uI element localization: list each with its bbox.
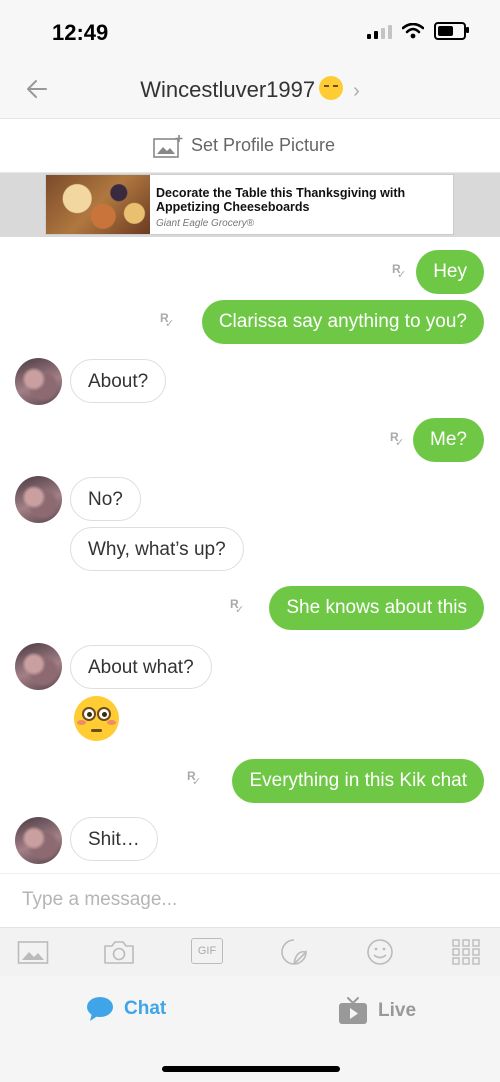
message-input-placeholder[interactable]: Type a message... bbox=[22, 889, 177, 911]
outgoing-message[interactable]: Hey bbox=[416, 250, 484, 294]
add-picture-icon bbox=[153, 135, 183, 158]
nav-live-label[interactable]: Live bbox=[378, 1000, 416, 1022]
ad-banner-area: Decorate the Table this Thanksgiving wit… bbox=[0, 173, 500, 237]
incoming-message[interactable]: No? bbox=[70, 477, 141, 521]
media-toolbar: GIF bbox=[0, 927, 500, 977]
outgoing-message[interactable]: Me? bbox=[413, 418, 484, 462]
gif-button[interactable]: GIF bbox=[191, 938, 223, 964]
signal-icon bbox=[367, 23, 392, 39]
chat-bubble-icon bbox=[87, 997, 113, 1021]
ad-banner[interactable]: Decorate the Table this Thanksgiving wit… bbox=[45, 174, 454, 235]
read-receipt-icon: R bbox=[392, 262, 406, 281]
contact-title[interactable]: Wincestluver1997 › bbox=[0, 76, 500, 103]
status-icons bbox=[367, 22, 469, 40]
ad-sponsor: Giant Eagle Grocery® bbox=[156, 218, 254, 229]
outgoing-message[interactable]: She knows about this bbox=[269, 586, 484, 630]
nav-chat-label[interactable]: Chat bbox=[124, 998, 166, 1020]
contact-avatar[interactable] bbox=[15, 643, 62, 690]
read-receipt-icon: R bbox=[390, 430, 404, 449]
contact-avatar[interactable] bbox=[15, 358, 62, 405]
set-profile-picture-row[interactable]: Set Profile Picture bbox=[0, 119, 500, 173]
nav-chat-tab[interactable]: Chat bbox=[86, 996, 166, 1022]
camera-icon[interactable] bbox=[103, 938, 135, 966]
set-profile-picture-label[interactable]: Set Profile Picture bbox=[191, 135, 335, 156]
gallery-icon[interactable] bbox=[17, 938, 49, 966]
read-receipt-icon: R bbox=[160, 311, 174, 330]
incoming-message[interactable]: About? bbox=[70, 359, 167, 403]
status-bar: 12:49 bbox=[0, 0, 500, 60]
chevron-right-icon[interactable]: › bbox=[353, 80, 360, 102]
contact-avatar[interactable] bbox=[15, 476, 62, 523]
wifi-icon bbox=[402, 23, 424, 39]
incoming-message[interactable]: Why, what’s up? bbox=[70, 527, 244, 571]
contact-name[interactable]: Wincestluver1997 bbox=[140, 77, 315, 102]
outgoing-message[interactable]: Clarissa say anything to you? bbox=[201, 300, 484, 344]
battery-icon bbox=[434, 22, 469, 40]
incoming-message[interactable]: Shit… bbox=[70, 817, 158, 861]
outgoing-message[interactable]: Everything in this Kik chat bbox=[232, 759, 484, 803]
ad-title[interactable]: Decorate the Table this Thanksgiving wit… bbox=[156, 186, 446, 214]
status-time: 12:49 bbox=[52, 20, 109, 45]
nav-live-tab[interactable]: Live bbox=[338, 996, 416, 1026]
message-input[interactable]: Type a message... bbox=[0, 873, 500, 928]
flushed-face-icon[interactable] bbox=[74, 696, 119, 741]
home-indicator[interactable] bbox=[162, 1066, 340, 1072]
read-receipt-icon: R bbox=[230, 597, 244, 616]
incoming-message[interactable]: About what? bbox=[70, 645, 212, 689]
live-tv-icon bbox=[339, 997, 367, 1024]
sticker-icon[interactable] bbox=[278, 938, 310, 966]
emoji-icon[interactable] bbox=[364, 938, 396, 966]
read-receipt-icon: R bbox=[187, 769, 201, 788]
smirking-face-icon bbox=[319, 76, 344, 100]
ad-image[interactable] bbox=[46, 175, 150, 234]
message-list[interactable]: R Hey R Clarissa say anything to you? Ab… bbox=[0, 237, 500, 873]
contact-avatar[interactable] bbox=[15, 817, 62, 864]
more-apps-icon[interactable] bbox=[450, 938, 482, 966]
chat-header: Wincestluver1997 › bbox=[0, 60, 500, 119]
